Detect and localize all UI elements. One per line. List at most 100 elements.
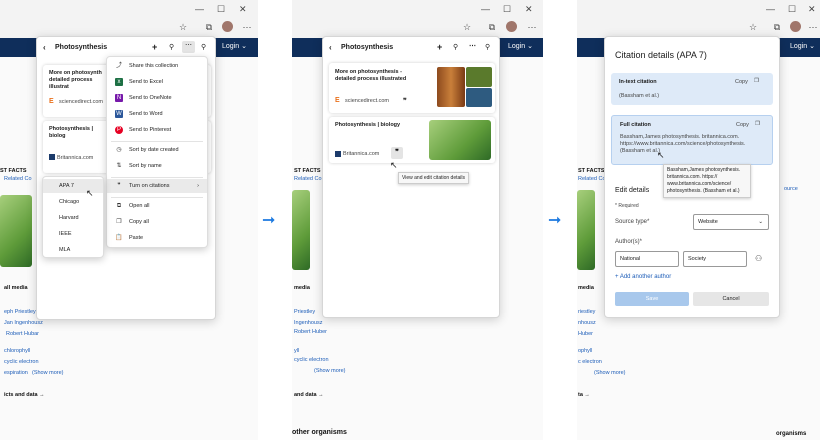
citation-quote-icon[interactable]: ❞ bbox=[391, 147, 403, 159]
menu-item-citations[interactable]: ❞ Turn on citations › bbox=[107, 179, 207, 193]
collection-card[interactable]: More on photosynthesis - detailed proces… bbox=[329, 63, 495, 113]
favorite-icon[interactable]: ☆ bbox=[748, 22, 758, 32]
topic-link[interactable]: c electron bbox=[578, 359, 602, 365]
author-first-name-field[interactable]: National bbox=[615, 251, 679, 267]
source-link[interactable]: ource bbox=[784, 186, 798, 192]
facts-data-link[interactable]: ta → bbox=[578, 392, 590, 398]
save-button[interactable]: Save bbox=[615, 292, 689, 306]
login-button[interactable]: Login ⌄ bbox=[508, 42, 533, 50]
show-more-link[interactable]: (Show more) bbox=[594, 370, 625, 376]
person-link[interactable]: riestley bbox=[578, 309, 595, 315]
minimize-icon[interactable]: — bbox=[195, 4, 204, 14]
show-more-link[interactable]: (Show more) bbox=[32, 370, 63, 376]
add-icon[interactable]: + bbox=[152, 42, 157, 52]
topic-link[interactable]: espiration bbox=[4, 370, 28, 376]
back-icon[interactable]: ‹ bbox=[329, 43, 332, 52]
more-icon[interactable]: ⋯ bbox=[242, 22, 252, 32]
topic-link[interactable]: ophyll bbox=[578, 348, 592, 354]
style-mla[interactable]: MLA bbox=[43, 243, 103, 257]
close-icon[interactable]: ✕ bbox=[808, 4, 816, 15]
all-media-link[interactable]: media bbox=[578, 285, 594, 291]
britannica-icon bbox=[335, 151, 341, 157]
menu-item-copy-all[interactable]: ❐ Copy all bbox=[107, 215, 207, 229]
related-link[interactable]: Related Co bbox=[578, 176, 606, 182]
add-icon[interactable]: + bbox=[437, 42, 442, 52]
maximize-icon[interactable]: ☐ bbox=[788, 4, 796, 15]
add-author-link[interactable]: + Add another author bbox=[615, 274, 671, 280]
person-link[interactable]: eph Priestley bbox=[4, 309, 36, 315]
collection-card[interactable]: Photosynthesis | biology Britannica.com … bbox=[329, 117, 495, 163]
close-icon[interactable]: ✕ bbox=[525, 4, 533, 15]
person-icon[interactable]: ⚇ bbox=[755, 254, 762, 263]
all-media-link[interactable]: media bbox=[294, 285, 310, 291]
elsevier-icon: E bbox=[49, 98, 54, 105]
person-link[interactable]: Ingenhousz bbox=[294, 320, 322, 326]
person-link[interactable]: Huber bbox=[578, 331, 593, 337]
more-options-icon[interactable]: ⋯ bbox=[469, 42, 476, 50]
pin-icon[interactable]: ⚲ bbox=[201, 43, 206, 51]
full-citation-label: Full citation bbox=[620, 122, 651, 128]
avatar[interactable] bbox=[790, 21, 801, 32]
style-apa[interactable]: APA 7 bbox=[43, 179, 103, 193]
person-link[interactable]: Jan Ingenhousz bbox=[4, 320, 43, 326]
minimize-icon[interactable]: — bbox=[481, 4, 490, 14]
related-link[interactable]: Related Co bbox=[4, 176, 32, 182]
login-button[interactable]: Login ⌄ bbox=[790, 42, 815, 50]
minimize-icon[interactable]: — bbox=[766, 4, 775, 14]
show-more-link[interactable]: (Show more) bbox=[314, 368, 345, 374]
copy-icon[interactable]: ❐ bbox=[755, 121, 760, 127]
copy-full-button[interactable]: Copy bbox=[736, 122, 749, 128]
collections-icon[interactable]: ⧉ bbox=[772, 22, 782, 32]
menu-item-pinterest[interactable]: P Send to Pinterest bbox=[107, 123, 207, 137]
favorite-icon[interactable]: ☆ bbox=[178, 22, 188, 32]
menu-item-excel[interactable]: x Send to Excel bbox=[107, 75, 207, 89]
close-icon[interactable]: ✕ bbox=[239, 4, 247, 15]
menu-item-word[interactable]: W Send to Word bbox=[107, 107, 207, 121]
more-options-icon[interactable]: ⋯ bbox=[182, 41, 195, 53]
menu-item-onenote[interactable]: N Send to OneNote bbox=[107, 91, 207, 105]
style-harvard[interactable]: Harvard bbox=[43, 211, 103, 225]
cancel-button[interactable]: Cancel bbox=[693, 292, 769, 306]
related-link[interactable]: Related Co bbox=[294, 176, 322, 182]
back-icon[interactable]: ‹ bbox=[43, 43, 46, 52]
search-icon[interactable]: ⚲ bbox=[169, 43, 174, 51]
avatar[interactable] bbox=[222, 21, 233, 32]
author-last-name-field[interactable]: Society bbox=[683, 251, 747, 267]
search-icon[interactable]: ⚲ bbox=[453, 43, 458, 51]
maximize-icon[interactable]: ☐ bbox=[503, 4, 511, 15]
more-icon[interactable]: ⋯ bbox=[527, 22, 537, 32]
login-button[interactable]: Login ⌄ bbox=[222, 42, 247, 50]
favorite-icon[interactable]: ☆ bbox=[462, 22, 472, 32]
menu-item-open-all[interactable]: ⧉ Open all bbox=[107, 199, 207, 213]
menu-item-share[interactable]: ⤴ Share this collection bbox=[107, 59, 207, 73]
pin-icon[interactable]: ⚲ bbox=[485, 43, 490, 51]
person-link[interactable]: Robert Huber bbox=[294, 329, 327, 335]
topic-link[interactable]: chlorophyll bbox=[4, 348, 30, 354]
copy-in-text-button[interactable]: Copy bbox=[735, 79, 748, 85]
person-link[interactable]: nhousz bbox=[578, 320, 596, 326]
topic-link[interactable]: cyclic electron bbox=[294, 357, 329, 363]
topic-link[interactable]: cyclic electron bbox=[4, 359, 39, 365]
topic-link[interactable]: yll bbox=[294, 348, 299, 354]
citation-quote-icon[interactable]: ❞ bbox=[403, 97, 407, 105]
menu-item-sort-name[interactable]: ⇅ Sort by name bbox=[107, 159, 207, 173]
avatar[interactable] bbox=[506, 21, 517, 32]
collections-icon[interactable]: ⧉ bbox=[204, 22, 214, 32]
style-ieee[interactable]: IEEE bbox=[43, 227, 103, 241]
collections-icon[interactable]: ⧉ bbox=[487, 22, 497, 32]
style-chicago[interactable]: Chicago bbox=[43, 195, 103, 209]
facts-heading: ST FACTS bbox=[578, 168, 605, 174]
maximize-icon[interactable]: ☐ bbox=[217, 4, 225, 15]
person-link[interactable]: Priestley bbox=[294, 309, 315, 315]
facts-data-link[interactable]: and data → bbox=[294, 392, 324, 398]
more-icon[interactable]: ⋯ bbox=[808, 22, 818, 32]
person-link[interactable]: Robert Hubar bbox=[6, 331, 39, 337]
full-citation-box: Full citation Copy ❐ Bassham,James photo… bbox=[611, 115, 773, 165]
source-type-select[interactable]: Website ⌄ bbox=[693, 214, 769, 230]
facts-data-link[interactable]: icts and data → bbox=[4, 392, 45, 398]
copy-icon[interactable]: ❐ bbox=[754, 78, 759, 84]
all-media-link[interactable]: all media bbox=[4, 285, 28, 291]
leaf-image bbox=[577, 190, 595, 270]
menu-item-paste[interactable]: 📋 Paste bbox=[107, 231, 207, 245]
menu-item-sort-date[interactable]: ◷ Sort by date created bbox=[107, 143, 207, 157]
